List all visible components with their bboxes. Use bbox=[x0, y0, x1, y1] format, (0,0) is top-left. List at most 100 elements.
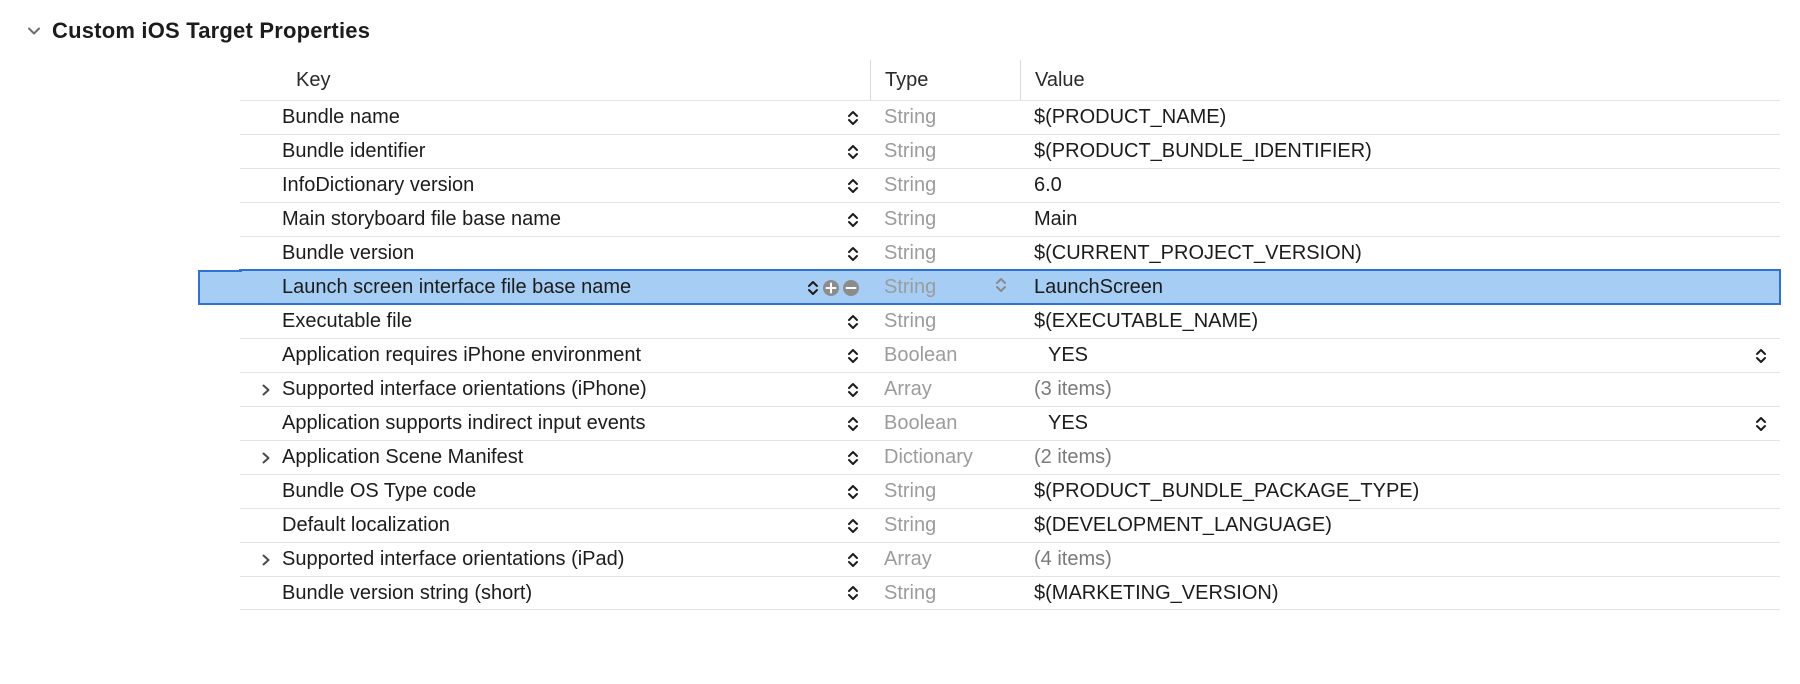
key-stepper-icon[interactable] bbox=[846, 110, 860, 126]
value-stepper-icon[interactable] bbox=[1754, 416, 1768, 432]
key-stepper-icon[interactable] bbox=[846, 382, 860, 398]
value-cell[interactable]: (4 items) bbox=[1020, 543, 1780, 576]
add-row-icon[interactable] bbox=[822, 279, 840, 297]
key-cell[interactable]: Supported interface orientations (iPad) bbox=[240, 543, 870, 576]
type-cell[interactable]: String bbox=[870, 305, 1020, 338]
column-header-type[interactable]: Type bbox=[870, 60, 1020, 100]
key-cell[interactable]: Bundle OS Type code bbox=[240, 475, 870, 508]
key-stepper-icon[interactable] bbox=[846, 552, 860, 568]
table-row-bundle-name[interactable]: Bundle name String bbox=[240, 100, 1780, 134]
value-text: Main bbox=[1034, 208, 1077, 231]
type-cell[interactable]: Array bbox=[870, 543, 1020, 576]
table-row-bundle-identifier[interactable]: Bundle identifier String bbox=[240, 134, 1780, 168]
value-cell[interactable]: 6.0 bbox=[1020, 169, 1780, 202]
key-cell[interactable]: InfoDictionary version bbox=[240, 169, 870, 202]
chevron-down-icon[interactable] bbox=[26, 23, 42, 39]
table-row-default-localization[interactable]: Default localization String bbox=[240, 508, 1780, 542]
type-cell[interactable]: Dictionary bbox=[870, 441, 1020, 474]
key-stepper-icon[interactable] bbox=[846, 585, 860, 601]
type-text: Boolean bbox=[884, 344, 1008, 367]
value-text: $(PRODUCT_BUNDLE_PACKAGE_TYPE) bbox=[1034, 480, 1419, 503]
key-stepper-icon[interactable] bbox=[846, 178, 860, 194]
chevron-right-icon[interactable] bbox=[260, 384, 272, 396]
key-stepper-icon[interactable] bbox=[846, 416, 860, 432]
chevron-right-icon[interactable] bbox=[260, 452, 272, 464]
section-header[interactable]: Custom iOS Target Properties bbox=[24, 12, 1780, 60]
type-text: String bbox=[884, 242, 1008, 265]
remove-row-icon[interactable] bbox=[842, 279, 860, 297]
table-row-bundle-version[interactable]: Bundle version String bbox=[240, 236, 1780, 270]
key-stepper-icon[interactable] bbox=[806, 280, 820, 296]
column-header-key[interactable]: Key bbox=[240, 60, 870, 100]
type-cell[interactable]: Array bbox=[870, 373, 1020, 406]
key-stepper-icon[interactable] bbox=[846, 484, 860, 500]
value-cell[interactable]: $(PRODUCT_BUNDLE_IDENTIFIER) bbox=[1020, 135, 1780, 168]
value-cell[interactable]: $(PRODUCT_BUNDLE_PACKAGE_TYPE) bbox=[1020, 475, 1780, 508]
key-stepper-icon[interactable] bbox=[846, 518, 860, 534]
type-cell[interactable]: String bbox=[870, 577, 1020, 609]
value-cell[interactable]: $(MARKETING_VERSION) bbox=[1020, 577, 1780, 609]
table-row-scene-manifest[interactable]: Application Scene Manifest Dictionary bbox=[240, 440, 1780, 474]
key-cell[interactable]: Bundle version string (short) bbox=[240, 577, 870, 609]
type-text: String bbox=[884, 480, 1008, 503]
value-cell[interactable]: (2 items) bbox=[1020, 441, 1780, 474]
table-row-requires-iphone-env[interactable]: Application requires iPhone environment … bbox=[240, 338, 1780, 372]
table-row-bundle-version-short[interactable]: Bundle version string (short) String bbox=[240, 576, 1780, 610]
table-row-launch-screen[interactable]: Launch screen interface file base name S… bbox=[240, 270, 1780, 304]
key-stepper-icon[interactable] bbox=[846, 246, 860, 262]
plist-table: Key Type Value Bundle name bbox=[240, 60, 1780, 610]
type-text: String bbox=[884, 276, 994, 299]
key-cell[interactable]: Launch screen interface file base name bbox=[240, 271, 870, 304]
type-cell[interactable]: Boolean bbox=[870, 407, 1020, 440]
table-row-infodictionary-version[interactable]: InfoDictionary version String bbox=[240, 168, 1780, 202]
value-cell[interactable]: $(EXECUTABLE_NAME) bbox=[1020, 305, 1780, 338]
table-row-main-storyboard[interactable]: Main storyboard file base name String bbox=[240, 202, 1780, 236]
key-cell[interactable]: Supported interface orientations (iPhone… bbox=[240, 373, 870, 406]
table-row-bundle-os-type[interactable]: Bundle OS Type code String bbox=[240, 474, 1780, 508]
value-cell[interactable]: YES bbox=[1020, 407, 1780, 440]
expand-slot bbox=[250, 384, 282, 396]
type-text: Boolean bbox=[884, 412, 1008, 435]
key-cell[interactable]: Bundle identifier bbox=[240, 135, 870, 168]
type-cell[interactable]: String bbox=[870, 271, 1020, 304]
key-stepper-icon[interactable] bbox=[846, 212, 860, 228]
type-cell[interactable]: String bbox=[870, 101, 1020, 134]
value-cell[interactable]: $(PRODUCT_NAME) bbox=[1020, 101, 1780, 134]
chevron-right-icon[interactable] bbox=[260, 554, 272, 566]
key-cell[interactable]: Application requires iPhone environment bbox=[240, 339, 870, 372]
value-cell[interactable]: $(DEVELOPMENT_LANGUAGE) bbox=[1020, 509, 1780, 542]
key-cell[interactable]: Main storyboard file base name bbox=[240, 203, 870, 236]
type-cell[interactable]: String bbox=[870, 475, 1020, 508]
type-stepper-icon[interactable] bbox=[994, 277, 1008, 293]
type-cell[interactable]: Boolean bbox=[870, 339, 1020, 372]
key-cell[interactable]: Default localization bbox=[240, 509, 870, 542]
key-stepper-icon[interactable] bbox=[846, 144, 860, 160]
key-cell[interactable]: Bundle name bbox=[240, 101, 870, 134]
key-stepper-icon[interactable] bbox=[846, 450, 860, 466]
key-text: Application supports indirect input even… bbox=[282, 412, 846, 435]
type-cell[interactable]: String bbox=[870, 135, 1020, 168]
key-cell[interactable]: Bundle version bbox=[240, 237, 870, 270]
type-cell[interactable]: String bbox=[870, 237, 1020, 270]
table-row-orientations-ipad[interactable]: Supported interface orientations (iPad) … bbox=[240, 542, 1780, 576]
type-cell[interactable]: String bbox=[870, 169, 1020, 202]
key-stepper-icon[interactable] bbox=[846, 314, 860, 330]
column-header-value[interactable]: Value bbox=[1020, 60, 1780, 100]
value-cell[interactable]: (3 items) bbox=[1020, 373, 1780, 406]
value-stepper-icon[interactable] bbox=[1754, 348, 1768, 364]
type-cell[interactable]: String bbox=[870, 509, 1020, 542]
key-cell[interactable]: Application supports indirect input even… bbox=[240, 407, 870, 440]
key-cell[interactable]: Application Scene Manifest bbox=[240, 441, 870, 474]
table-row-indirect-input[interactable]: Application supports indirect input even… bbox=[240, 406, 1780, 440]
table-row-executable-file[interactable]: Executable file String bbox=[240, 304, 1780, 338]
value-cell[interactable]: $(CURRENT_PROJECT_VERSION) bbox=[1020, 237, 1780, 270]
value-cell[interactable]: LaunchScreen bbox=[1020, 271, 1780, 304]
expand-slot bbox=[250, 452, 282, 464]
key-cell[interactable]: Executable file bbox=[240, 305, 870, 338]
table-row-orientations-iphone[interactable]: Supported interface orientations (iPhone… bbox=[240, 372, 1780, 406]
key-stepper-icon[interactable] bbox=[846, 348, 860, 364]
value-cell[interactable]: YES bbox=[1020, 339, 1780, 372]
value-cell[interactable]: Main bbox=[1020, 203, 1780, 236]
type-cell[interactable]: String bbox=[870, 203, 1020, 236]
key-text: Application Scene Manifest bbox=[282, 446, 846, 469]
